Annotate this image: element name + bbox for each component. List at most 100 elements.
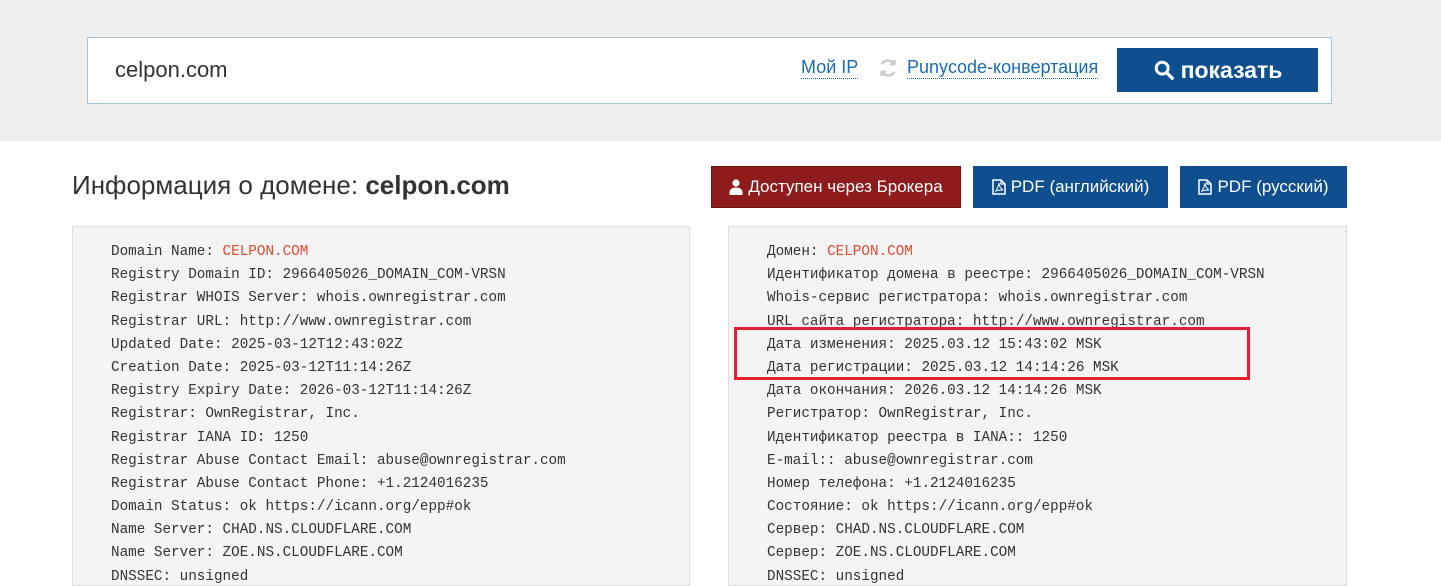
whois-field-value: 1250 <box>274 429 309 446</box>
whois-field-value: 2966405026_DOMAIN_COM-VRSN <box>1041 267 1265 284</box>
whois-field-value: 2025.03.12 14:14:26 MSK <box>921 359 1119 376</box>
whois-line: Регистратор: OwnRegistrar, Inc. <box>767 403 1265 426</box>
whois-field-label: DNSSEC: <box>767 568 836 585</box>
whois-field-value: abuse@ownregistrar.com <box>844 452 1033 469</box>
whois-field-value: abuse@ownregistrar.com <box>376 452 566 469</box>
whois-line: DNSSEC: unsigned <box>111 566 566 585</box>
whois-field-label: Whois-сервис регистратора: <box>767 290 999 307</box>
whois-field-label: Идентификатор домена в реестре: <box>767 267 1042 284</box>
whois-field-label: Сервер: <box>767 522 836 539</box>
whois-line: Whois-сервис регистратора: whois.ownregi… <box>767 287 1265 310</box>
whois-field-label: Registrar IANA ID: <box>111 429 275 446</box>
whois-field-label: Сервер: <box>767 545 836 562</box>
whois-field-label: DNSSEC: <box>111 568 180 585</box>
show-button-label: показать <box>1180 56 1283 83</box>
whois-field-label: Состояние: <box>767 499 862 516</box>
whois-domain-value: CELPON.COM <box>827 244 913 260</box>
whois-field-value: OwnRegistrar, Inc. <box>205 406 360 423</box>
pdf-file-icon <box>991 179 1006 195</box>
whois-field-label: Регистратор: <box>767 406 879 423</box>
whois-field-value: 2026-03-12T11:14:26Z <box>299 383 472 400</box>
broker-button-label: Доступен через Брокера <box>748 177 943 196</box>
page-title-domain: celpon.com <box>365 170 510 200</box>
refresh-icon <box>880 59 896 77</box>
whois-field-label: Дата изменения: <box>767 336 905 353</box>
whois-line: Creation Date: 2025-03-12T11:14:26Z <box>111 357 566 380</box>
whois-panel-english: Domain Name: CELPON.COM Registry Domain I… <box>72 226 690 586</box>
whois-field-value: OwnRegistrar, Inc. <box>878 406 1033 423</box>
whois-field-value: unsigned <box>835 568 905 585</box>
whois-field-value: +1.2124016235 <box>376 475 489 492</box>
my-ip-link[interactable]: Мой IP <box>801 56 859 79</box>
whois-field-value: http://www.ownregistrar.com <box>239 313 472 330</box>
whois-line: Registrar Abuse Contact Email: abuse@own… <box>111 450 566 473</box>
whois-field-label: Registrar: <box>111 406 206 423</box>
whois-field-label: Дата окончания: <box>767 383 905 400</box>
whois-field-value: 2025-03-12T11:14:26Z <box>239 359 412 376</box>
whois-field-label: Registrar Abuse Contact Email: <box>111 452 377 469</box>
whois-line: Registrar: OwnRegistrar, Inc. <box>111 403 566 426</box>
whois-field-value: ZOE.NS.CLOUDFLARE.COM <box>222 545 403 562</box>
whois-field-value: ok https://icann.org/epp#ok <box>861 499 1094 516</box>
whois-field-value: http://www.ownregistrar.com <box>972 313 1205 330</box>
whois-field-value: whois.ownregistrar.com <box>998 290 1188 307</box>
whois-field-value: +1.2124016235 <box>904 475 1016 492</box>
whois-line: Номер телефона: +1.2124016235 <box>767 473 1265 496</box>
whois-lines-russian: Домен: CELPON.COM Идентификатор домена в … <box>767 241 1265 585</box>
whois-line: Registrar URL: http://www.ownregistrar.c… <box>111 311 566 334</box>
pdf-russian-button[interactable]: PDF (русский) <box>1180 166 1347 208</box>
whois-field-label: Domain Status: <box>111 499 240 516</box>
whois-field-label: Registry Expiry Date: <box>111 383 300 400</box>
show-button[interactable]: показать <box>1117 48 1318 92</box>
whois-line: URL сайта регистратора: http://www.ownre… <box>767 311 1265 334</box>
whois-line: Name Server: CHAD.NS.CLOUDFLARE.COM <box>111 519 566 542</box>
search-icon <box>1154 60 1174 80</box>
whois-line: Registry Expiry Date: 2026-03-12T11:14:2… <box>111 380 566 403</box>
page-title: Информация о домене: celpon.com <box>72 170 510 201</box>
whois-line: Идентификатор реестра в IANA:: 1250 <box>767 427 1265 450</box>
whois-line: Дата окончания: 2026.03.12 14:14:26 MSK <box>767 380 1265 403</box>
whois-field-label: Дата регистрации: <box>767 359 922 376</box>
whois-line: Registrar IANA ID: 1250 <box>111 427 566 450</box>
whois-field-label: Registry Domain ID: <box>111 267 283 284</box>
whois-field-label: Registrar URL: <box>111 313 240 330</box>
whois-field-label: Домен: <box>767 244 828 260</box>
whois-field-label: E-mail:: <box>767 452 845 469</box>
domain-search-input[interactable] <box>115 56 715 84</box>
whois-lines-english: Domain Name: CELPON.COM Registry Domain I… <box>111 241 566 585</box>
page-title-prefix: Информация о домене: <box>72 170 366 200</box>
whois-domain-value: CELPON.COM <box>222 244 309 260</box>
whois-line: Name Server: ZOE.NS.CLOUDFLARE.COM <box>111 542 566 565</box>
whois-field-value: ok https://icann.org/epp#ok <box>239 499 472 516</box>
punycode-link[interactable]: Punycode-конвертация <box>907 56 1099 79</box>
broker-button[interactable]: Доступен через Брокера <box>711 166 961 208</box>
whois-line: Сервер: ZOE.NS.CLOUDFLARE.COM <box>767 542 1265 565</box>
whois-line: Registrar Abuse Contact Phone: +1.212401… <box>111 473 566 496</box>
whois-line: Domain Name: CELPON.COM <box>111 241 566 264</box>
pdf-file-icon <box>1198 179 1213 195</box>
search-box: Мой IP Punycode-конвертация показать <box>87 37 1332 104</box>
whois-field-value: CHAD.NS.CLOUDFLARE.COM <box>222 522 412 539</box>
whois-field-label: Creation Date: <box>111 359 240 376</box>
whois-field-label: Name Server: <box>111 545 223 562</box>
whois-line: Домен: CELPON.COM <box>767 241 1265 264</box>
whois-field-label: Registrar WHOIS Server: <box>111 290 317 307</box>
whois-field-value: 2026.03.12 14:14:26 MSK <box>904 383 1102 400</box>
whois-field-value: 2025-03-12T12:43:02Z <box>231 336 403 353</box>
whois-line: DNSSEC: unsigned <box>767 566 1265 585</box>
pdf-english-button[interactable]: PDF (английский) <box>973 166 1168 208</box>
whois-line: Registrar WHOIS Server: whois.ownregistr… <box>111 287 566 310</box>
whois-line: Состояние: ok https://icann.org/epp#ok <box>767 496 1265 519</box>
whois-field-label: Registrar Abuse Contact Phone: <box>111 475 377 492</box>
whois-field-value: 2025.03.12 15:43:02 MSK <box>904 336 1102 353</box>
whois-line: Updated Date: 2025-03-12T12:43:02Z <box>111 334 566 357</box>
whois-line: Сервер: CHAD.NS.CLOUDFLARE.COM <box>767 519 1265 542</box>
whois-field-value: 2966405026_DOMAIN_COM-VRSN <box>282 267 506 284</box>
whois-field-label: Updated Date: <box>111 336 232 353</box>
whois-field-value: whois.ownregistrar.com <box>316 290 506 307</box>
user-icon <box>729 179 743 195</box>
whois-field-value: ZOE.NS.CLOUDFLARE.COM <box>835 545 1016 562</box>
whois-line: Registry Domain ID: 2966405026_DOMAIN_CO… <box>111 264 566 287</box>
whois-field-label: Name Server: <box>111 522 223 539</box>
whois-field-value: CHAD.NS.CLOUDFLARE.COM <box>835 522 1025 539</box>
